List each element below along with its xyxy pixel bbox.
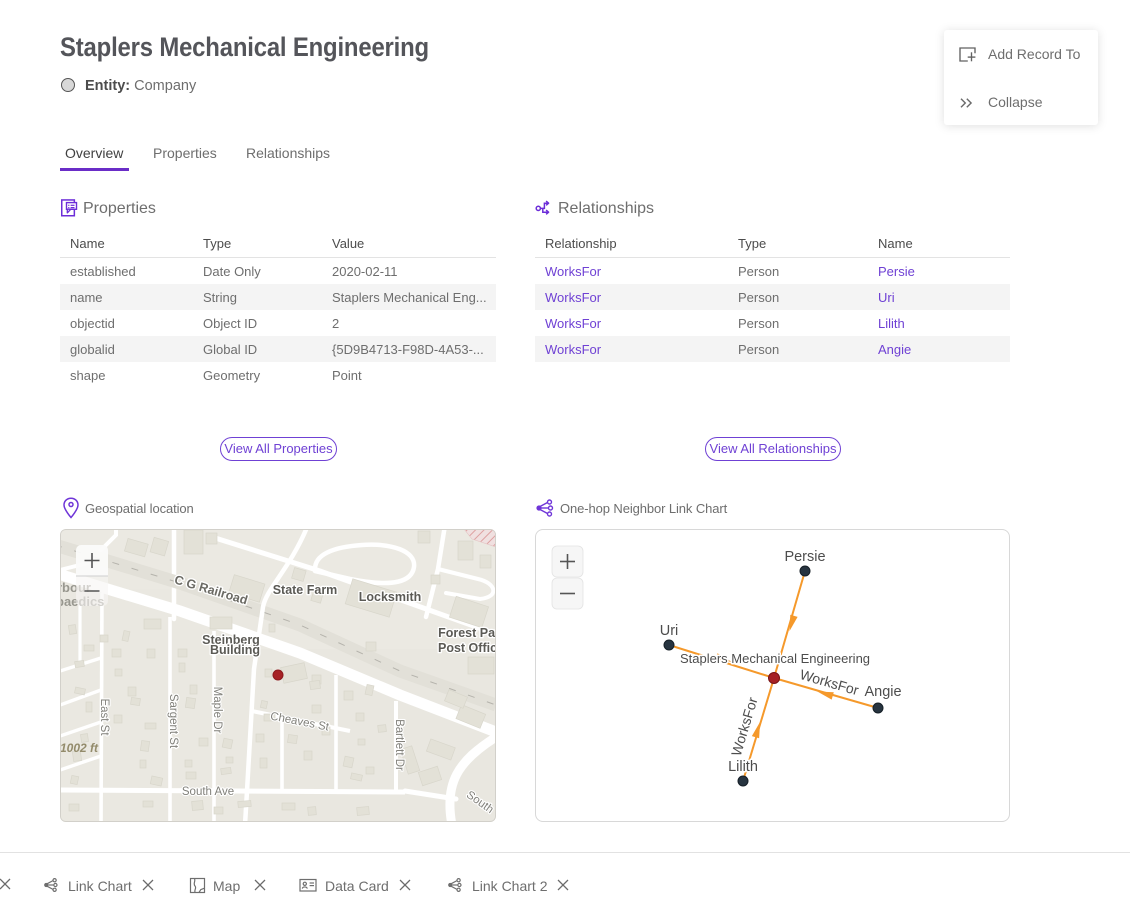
svg-text:1002 ft: 1002 ft — [60, 741, 99, 755]
svg-text:Forest Par: Forest Par — [438, 626, 496, 640]
svg-text:East St: East St — [98, 698, 110, 736]
svg-text:State Farm: State Farm — [273, 583, 338, 597]
svg-text:Post Office: Post Office — [438, 641, 496, 655]
svg-text:Uri: Uri — [660, 623, 679, 639]
svg-text:Locksmith: Locksmith — [359, 590, 422, 604]
svg-text:Angie: Angie — [864, 684, 901, 700]
svg-text:Persie: Persie — [784, 549, 825, 565]
svg-text:Staplers Mechanical Engineerin: Staplers Mechanical Engineering — [680, 651, 870, 666]
svg-text:Maple Dr: Maple Dr — [211, 687, 223, 734]
svg-text:Lilith: Lilith — [728, 759, 758, 775]
svg-text:WorksFor: WorksFor — [728, 695, 761, 758]
svg-text:South Ave: South Ave — [182, 786, 234, 798]
svg-text:Bartlett Dr: Bartlett Dr — [393, 719, 405, 771]
svg-text:Sargent St: Sargent St — [167, 694, 179, 749]
svg-text:Building: Building — [210, 643, 260, 657]
